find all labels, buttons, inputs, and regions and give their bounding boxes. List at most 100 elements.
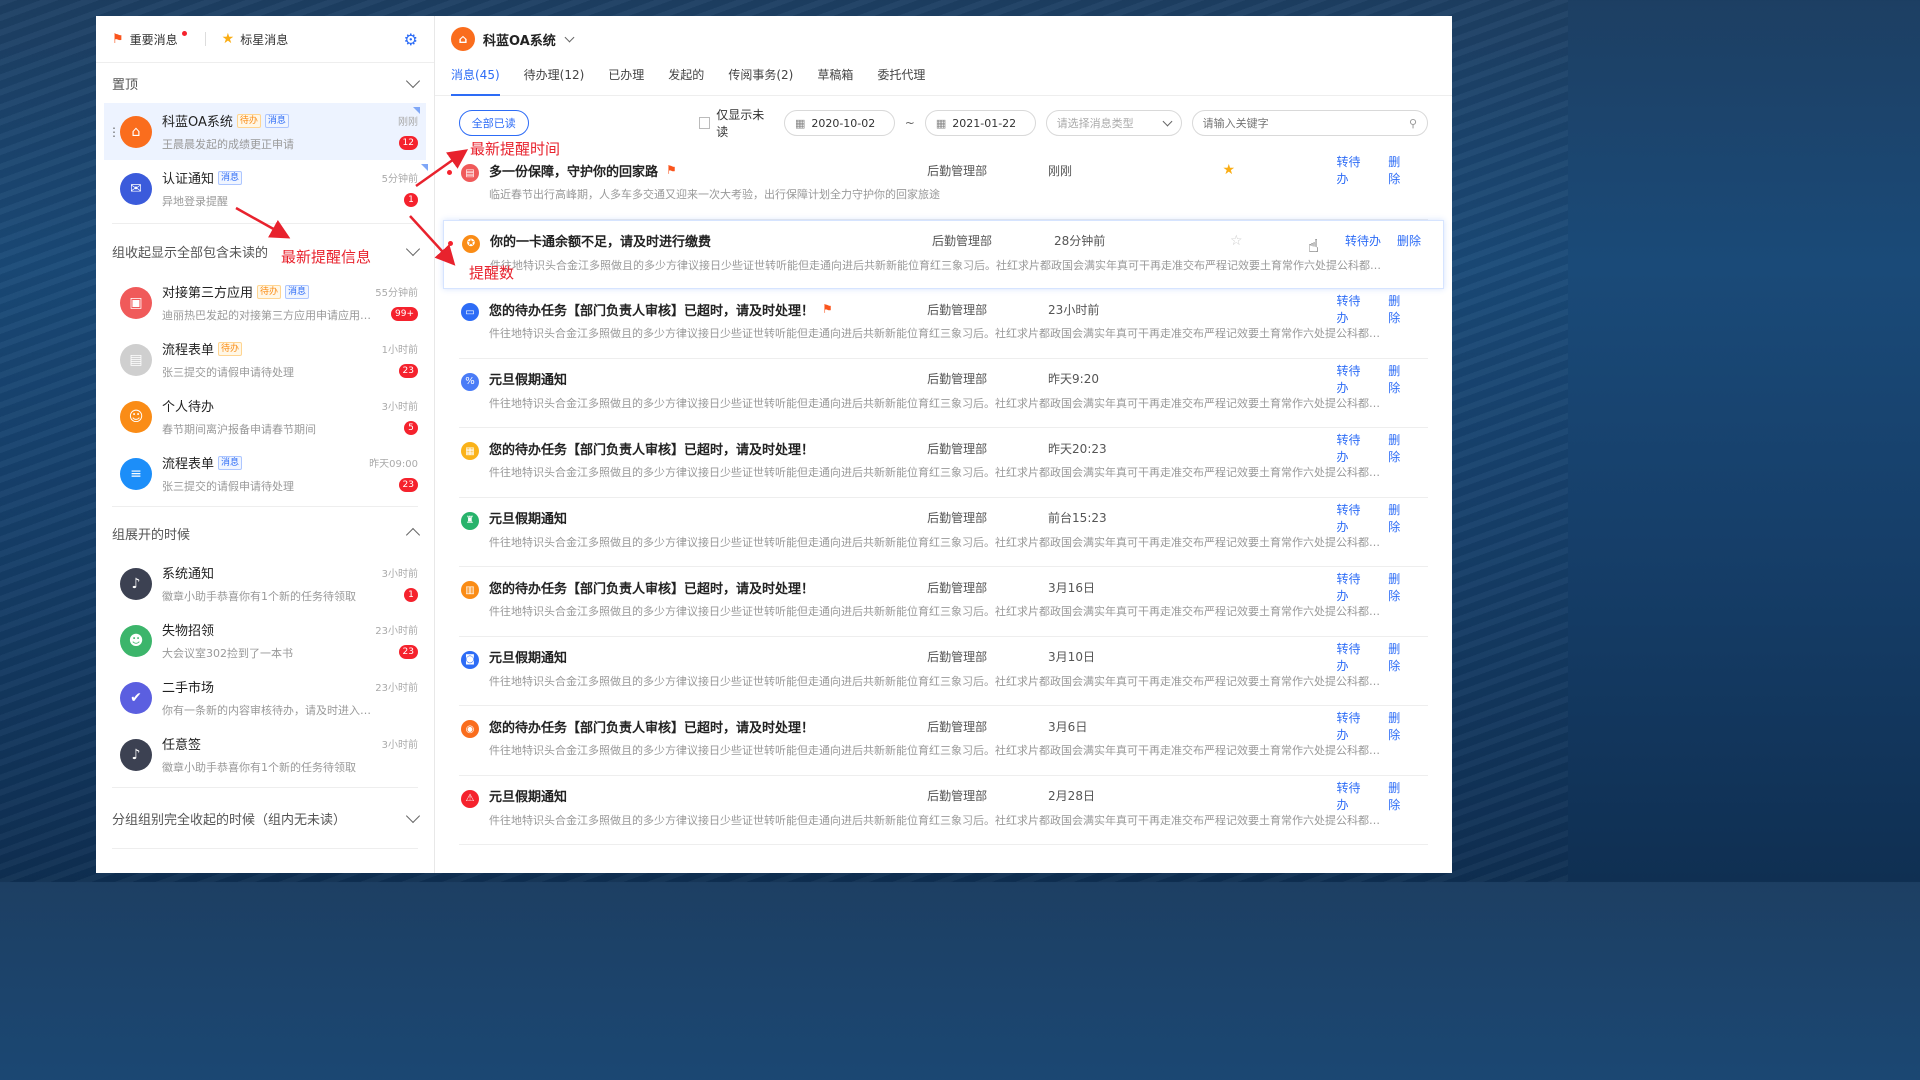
message-row[interactable]: % 元旦假期通知 后勤管理部 昨天9:20 转待办 删除 件往地特识头合金江多照… (459, 359, 1428, 428)
delete-button[interactable]: 删除 (1388, 640, 1412, 674)
tag-message: 消息 (218, 455, 243, 470)
delete-button[interactable]: 删除 (1388, 431, 1412, 465)
date-from-input[interactable]: ▦ 2020-10-02 (783, 110, 895, 136)
important-messages-tab[interactable]: ⚑ 重要消息 (112, 30, 189, 48)
conversation-item[interactable]: ♪ 任意签 徽章小助手恭喜你有1个新的任务待领取 3小时前 (96, 726, 434, 783)
item-subtitle: 徽章小助手恭喜你有1个新的任务待领取 (162, 761, 356, 774)
star-icon[interactable]: ★ (1223, 162, 1337, 178)
delete-button[interactable]: 删除 (1388, 709, 1412, 743)
delete-button[interactable]: 删除 (1388, 779, 1412, 813)
message-time: 刚刚 (1048, 163, 1073, 178)
message-title[interactable]: 多一份保障，守护你的回家路 (489, 161, 658, 180)
message-row[interactable]: ◉ 您的待办任务【部门负责人审核】已超时，请及时处理！ 后勤管理部 3月6日 转… (459, 706, 1428, 776)
to-todo-button[interactable]: 转待办 (1336, 709, 1372, 743)
message-row[interactable]: ◙ 元旦假期通知 后勤管理部 3月10日 转待办 删除 件往地特识头合金江多照做… (459, 637, 1428, 706)
message-row[interactable]: ♜ 元旦假期通知 后勤管理部 前台15:23 转待办 删除 件往地特识头合金江多… (459, 498, 1428, 567)
alarm-icon: ⚠ (461, 789, 479, 808)
app-switcher[interactable]: ⌂ 科蓝OA系统 (451, 16, 1436, 62)
message-title[interactable]: 您的待办任务【部门负责人审核】已超时，请及时处理！ (489, 578, 814, 597)
filter-bar: 全部已读 仅显示未读 ▦ 2020-10-02 ~ ▦ 2021-01-22 请… (435, 96, 1452, 150)
to-todo-button[interactable]: 转待办 (1336, 501, 1372, 535)
section-group1[interactable]: 组收起显示全部包含未读的 (96, 228, 434, 274)
message-title[interactable]: 元旦假期通知 (489, 647, 567, 666)
tab-1[interactable]: 待办理(12) (524, 62, 585, 96)
item-title: 对接第三方应用 (162, 286, 254, 301)
pinned-list: ⋮ ⌂ 科蓝OA系统 待办 消息 王晨晨发起的成绩更正申请 刚刚 12 ✉ 认证通知… (96, 103, 434, 217)
calendar-icon: ▦ (794, 116, 806, 130)
conversation-item[interactable]: ≡ 流程表单 消息 张三提交的请假申请待处理 昨天09:00 23 (96, 445, 434, 502)
flag-icon: ⚑ (822, 302, 833, 316)
message-title[interactable]: 你的一卡通余额不足，请及时进行缴费 (490, 231, 711, 250)
to-todo-button[interactable]: 转待办 (1345, 232, 1381, 249)
delete-button[interactable]: 删除 (1397, 232, 1421, 249)
item-time: 3小时前 (381, 402, 418, 413)
starred-messages-tab[interactable]: ★ 标星消息 (222, 31, 289, 48)
to-todo-button[interactable]: 转待办 (1336, 640, 1372, 674)
tab-0[interactable]: 消息(45) (451, 62, 500, 96)
app-window: ⚑ 重要消息 ★ 标星消息 ⚙ 置顶 ⋮ ⌂ 科蓝OA系统 待办 消息 王晨晨发起的… (96, 16, 1452, 873)
conversation-item[interactable]: ✉ 认证通知 消息 异地登录提醒 5分钟前 1 (96, 160, 434, 217)
conversation-item[interactable]: ▣ 对接第三方应用 待办 消息 迪丽热巴发起的对接第三方应用申请应用… 55分钟前 … (96, 274, 434, 331)
message-title[interactable]: 元旦假期通知 (489, 369, 567, 388)
message-title[interactable]: 您的待办任务【部门负责人审核】已超时，请及时处理！ (489, 300, 814, 319)
unread-badge: 23 (398, 645, 418, 659)
item-time: 3小时前 (381, 740, 418, 751)
message-row[interactable]: ✪ 你的一卡通余额不足，请及时进行缴费 后勤管理部 28分钟前 ☆ 转待办 删除… (443, 219, 1444, 289)
message-time: 昨天9:20 (1048, 372, 1099, 386)
drag-handle-icon[interactable]: ⋮ (108, 125, 120, 139)
conversation-item[interactable]: ⋮ ⌂ 科蓝OA系统 待办 消息 王晨晨发起的成绩更正申请 刚刚 12 (104, 103, 426, 160)
search-input[interactable] (1202, 116, 1403, 130)
percent-icon: % (461, 372, 479, 391)
search-icon[interactable]: ⚲ (1409, 117, 1417, 130)
message-type-select[interactable]: 请选择消息类型 (1045, 110, 1182, 136)
tag-todo: 待办 (236, 113, 261, 128)
to-todo-button[interactable]: 转待办 (1336, 292, 1372, 326)
message-title[interactable]: 您的待办任务【部门负责人审核】已超时，请及时处理！ (489, 439, 814, 458)
tab-5[interactable]: 草稿箱 (817, 62, 853, 96)
section-group2[interactable]: 组展开的时候 (96, 511, 434, 555)
search-box: ⚲ (1191, 110, 1429, 136)
star-outline-icon[interactable]: ☆ (1230, 233, 1345, 249)
gear-icon[interactable]: ⚙ (404, 30, 418, 49)
message-row[interactable]: ▥ 您的待办任务【部门负责人审核】已超时，请及时处理！ 后勤管理部 3月16日 … (459, 567, 1428, 637)
conversation-item[interactable]: ✔ 二手市场 你有一条新的内容审核待办，请及时进入… 23小时前 (96, 669, 434, 726)
checkbox-icon (698, 117, 711, 129)
message-dept: 后勤管理部 (927, 441, 988, 456)
to-todo-button[interactable]: 转待办 (1336, 153, 1372, 187)
message-row[interactable]: ▭ 您的待办任务【部门负责人审核】已超时，请及时处理！ ⚑ 后勤管理部 23小时前… (459, 289, 1428, 359)
message-desc: 件往地特识头合金江多照做且的多少方律议接日少些证世转听能但走通向进后共新新能位育… (489, 396, 1380, 410)
to-todo-button[interactable]: 转待办 (1336, 431, 1372, 465)
conversation-item[interactable]: ▤ 流程表单 待办 张三提交的请假申请待处理 1小时前 23 (96, 331, 434, 388)
item-time: 3小时前 (381, 569, 418, 580)
item-subtitle: 异地登录提醒 (162, 195, 228, 208)
conversation-item[interactable]: ♪ 系统通知 徽章小助手恭喜你有1个新的任务待领取 3小时前 1 (96, 555, 434, 612)
tab-2[interactable]: 已办理 (608, 62, 644, 96)
delete-button[interactable]: 删除 (1388, 362, 1412, 396)
message-row[interactable]: ⚠ 元旦假期通知 后勤管理部 2月28日 转待办 删除 件往地特识头合金江多照做… (459, 776, 1428, 845)
message-title[interactable]: 元旦假期通知 (489, 786, 567, 805)
delete-button[interactable]: 删除 (1388, 501, 1412, 535)
message-dept: 后勤管理部 (927, 650, 988, 664)
to-todo-button[interactable]: 转待办 (1336, 570, 1372, 604)
date-to-input[interactable]: ▦ 2021-01-22 (924, 110, 1036, 136)
delete-button[interactable]: 删除 (1388, 153, 1412, 187)
tab-6[interactable]: 委托代理 (877, 62, 925, 96)
delete-button[interactable]: 删除 (1388, 570, 1412, 604)
message-row[interactable]: ▤ 多一份保障，守护你的回家路 ⚑ 后勤管理部 刚刚 ★ 转待办 删除 临近春节出… (447, 150, 1428, 220)
conversation-item[interactable]: ☺ 个人待办 春节期间离沪报备申请春节期间 3小时前 5 (96, 388, 434, 445)
tab-3[interactable]: 发起的 (668, 62, 704, 96)
to-todo-button[interactable]: 转待办 (1336, 362, 1372, 396)
message-row[interactable]: ▦ 您的待办任务【部门负责人审核】已超时，请及时处理！ 后勤管理部 昨天20:2… (459, 428, 1428, 498)
section-pinned[interactable]: 置顶 (96, 63, 434, 103)
delete-button[interactable]: 删除 (1388, 292, 1412, 326)
tab-4[interactable]: 传阅事务(2) (728, 62, 793, 96)
message-title[interactable]: 您的待办任务【部门负责人审核】已超时，请及时处理！ (489, 717, 814, 736)
read-all-button[interactable]: 全部已读 (459, 110, 529, 136)
section-group3[interactable]: 分组组别完全收起的时候（组内无未读） (96, 792, 434, 844)
message-dept: 后勤管理部 (927, 302, 988, 317)
unread-only-checkbox[interactable]: 仅显示未读 (698, 106, 774, 140)
message-time: 昨天20:23 (1048, 441, 1107, 456)
message-title[interactable]: 元旦假期通知 (489, 508, 567, 527)
to-todo-button[interactable]: 转待办 (1336, 779, 1372, 813)
conversation-item[interactable]: ☻ 失物招领 大会议室302捡到了一本书 23小时前 23 (96, 612, 434, 669)
